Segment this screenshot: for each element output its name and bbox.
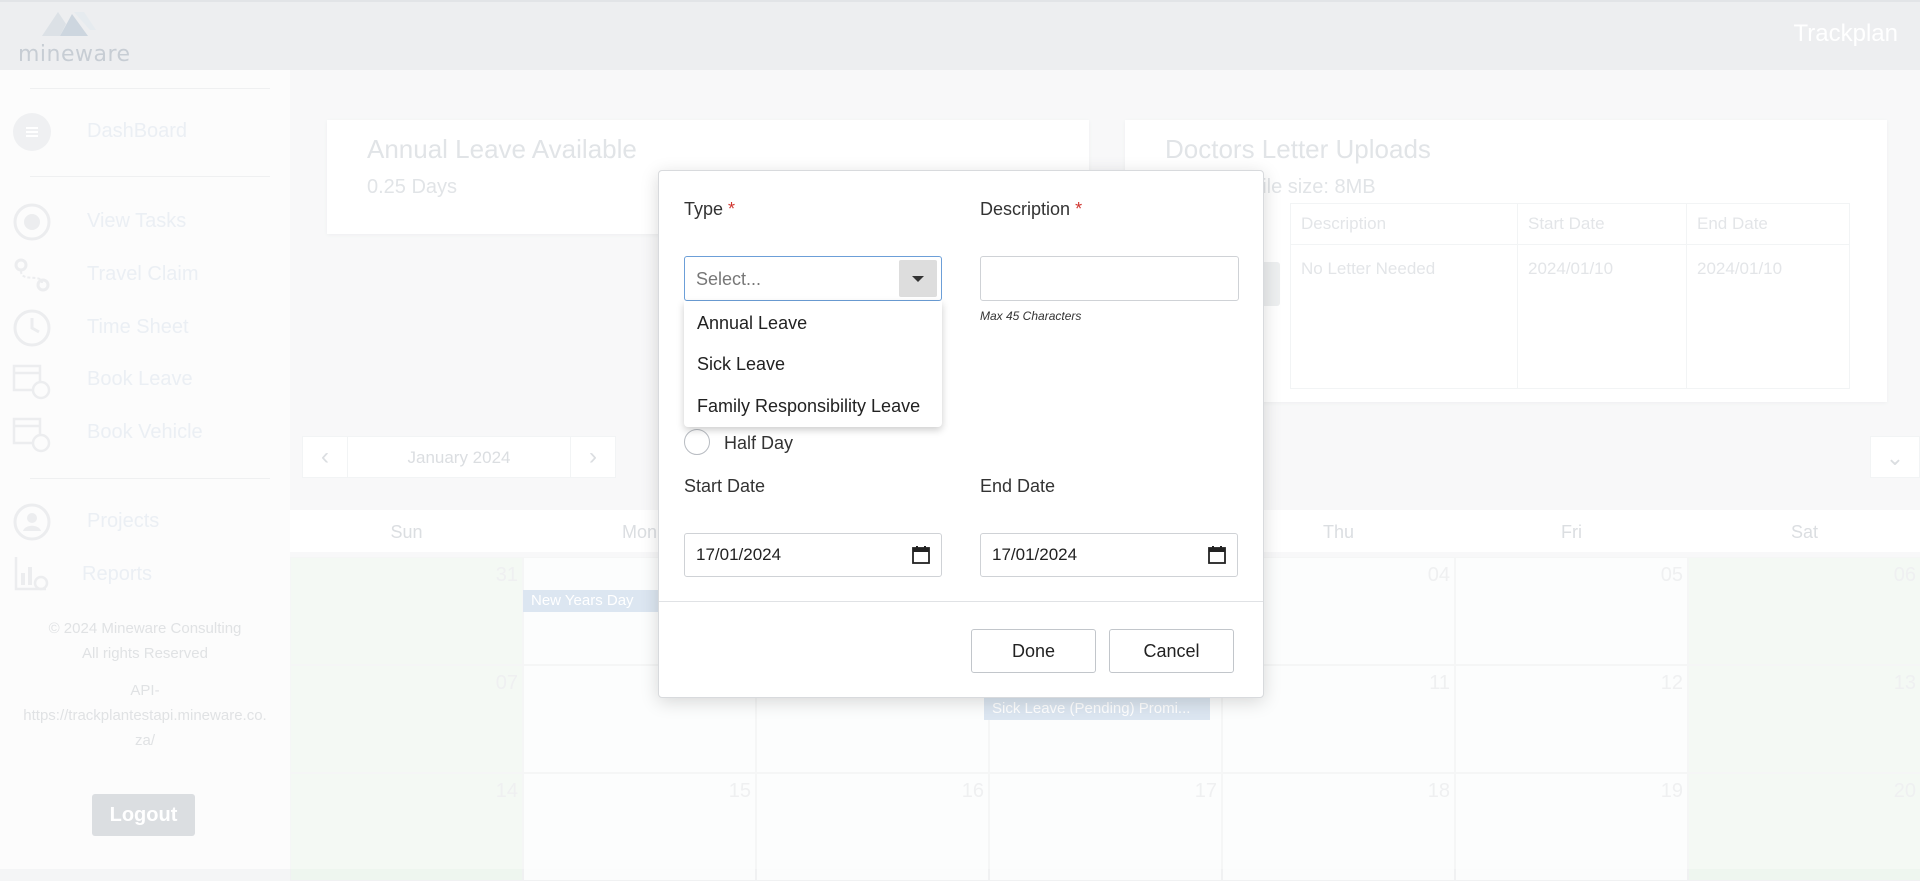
start-date-value: 17/01/2024 (696, 545, 782, 564)
calendar-icon[interactable] (911, 545, 931, 565)
dropdown-toggle[interactable] (899, 260, 937, 297)
required-mark: * (1075, 199, 1083, 219)
type-label: Type * (684, 199, 736, 219)
type-select[interactable]: Select... (684, 256, 942, 301)
done-button[interactable]: Done (971, 629, 1096, 673)
caret-down-icon (912, 276, 924, 282)
type-select-placeholder: Select... (696, 269, 762, 289)
dropdown-option-sick-leave[interactable]: Sick Leave (697, 354, 785, 375)
half-day-label: Half Day (724, 433, 794, 453)
start-date-input[interactable]: 17/01/2024 (684, 533, 942, 577)
end-date-value: 17/01/2024 (992, 545, 1078, 564)
cancel-button[interactable]: Cancel (1109, 629, 1234, 673)
leave-modal: Type * Description * Select... Max 45 Ch… (658, 170, 1264, 698)
end-date-input[interactable]: 17/01/2024 (980, 533, 1238, 577)
dropdown-option-annual-leave[interactable]: Annual Leave (697, 313, 807, 334)
half-day-radio[interactable] (684, 429, 710, 455)
start-date-label: Start Date (684, 476, 766, 496)
calendar-icon[interactable] (1207, 545, 1227, 565)
description-input[interactable] (980, 256, 1239, 301)
required-mark: * (728, 199, 736, 219)
description-label: Description * (980, 199, 1083, 219)
modal-divider (659, 601, 1263, 602)
end-date-label: End Date (980, 476, 1056, 496)
dropdown-option-family-responsibility-leave[interactable]: Family Responsibility Leave (697, 396, 920, 417)
description-hint: Max 45 Characters (980, 309, 1082, 323)
type-dropdown-menu: Annual Leave Sick Leave Family Responsib… (684, 301, 942, 427)
